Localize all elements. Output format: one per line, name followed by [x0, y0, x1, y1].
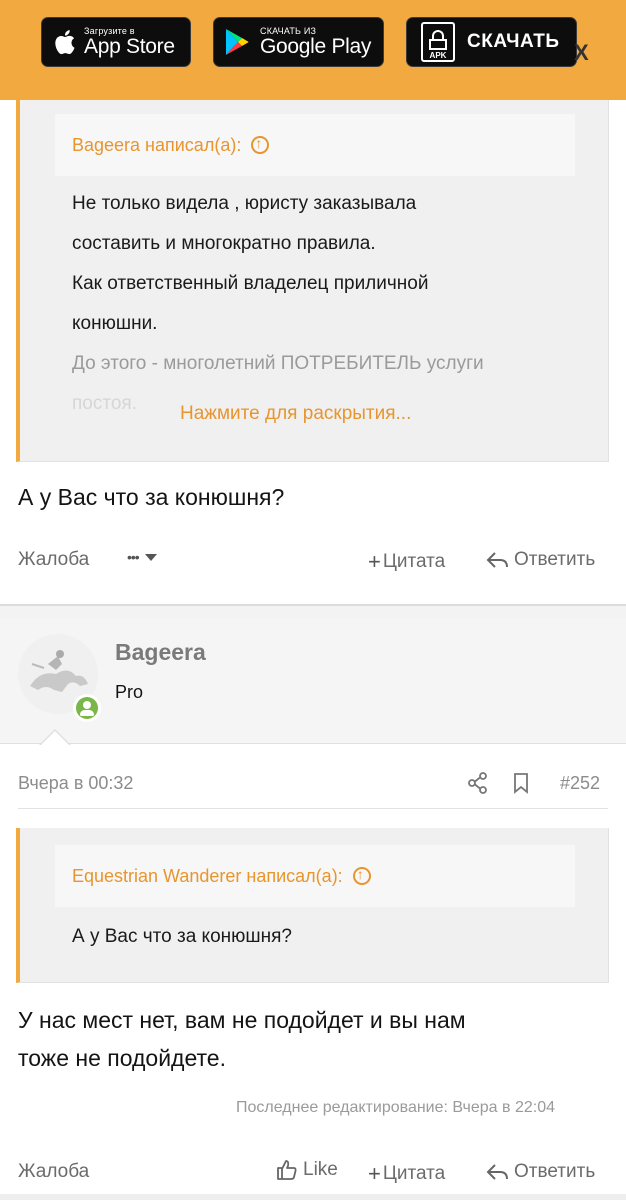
- plus-icon: +: [368, 549, 381, 574]
- caret-down-icon: [144, 553, 157, 561]
- post-number[interactable]: #252: [560, 773, 600, 794]
- username[interactable]: Bageera: [115, 639, 206, 666]
- post-text: А у Вас что за конюшня?: [18, 484, 285, 510]
- bookmark-icon[interactable]: [512, 772, 530, 794]
- quote-header[interactable]: Equestrian Wanderer написал(а):: [55, 845, 575, 907]
- reply-button-label: Ответить: [514, 1161, 596, 1182]
- user-pointer-fill: [40, 731, 70, 746]
- divider: [18, 808, 608, 809]
- google-play-label: Google Play: [260, 35, 372, 58]
- quote-author: Equestrian Wanderer написал(а):: [72, 865, 343, 886]
- quote-button-label: Цитата: [382, 1163, 446, 1184]
- quote-line: составить и многократно правила.: [72, 233, 376, 254]
- quote-line: Как ответственный владелец приличной: [72, 273, 429, 294]
- google-play-icon: [226, 29, 249, 55]
- thumbs-up-icon: [277, 1160, 297, 1180]
- user-title: Pro: [115, 682, 144, 702]
- like-button[interactable]: Like: [275, 1158, 338, 1182]
- quote-line: Не только видела , юристу заказывала: [72, 193, 417, 214]
- online-status-badge: [73, 694, 101, 722]
- arrow-up-circle-icon[interactable]: [251, 135, 270, 154]
- reply-button[interactable]: Ответить: [486, 549, 595, 571]
- reply-button[interactable]: Ответить: [486, 1161, 595, 1183]
- apk-download-label: СКАЧАТЬ: [467, 31, 560, 52]
- apple-icon: [55, 30, 75, 55]
- more-dots-icon: •••: [127, 549, 140, 565]
- report-link[interactable]: Жалоба: [18, 549, 89, 571]
- user-status-icon: [76, 697, 98, 719]
- apk-badge: APK: [429, 51, 447, 60]
- close-banner-button[interactable]: X: [574, 40, 589, 66]
- like-button-label: Like: [303, 1159, 338, 1180]
- plus-icon: +: [368, 1161, 381, 1186]
- app-store-label: App Store: [84, 35, 175, 58]
- last-edited-note: Последнее редактирование: Вчера в 22:04: [236, 1099, 555, 1116]
- quote-line: До этого - многолетний ПОТРЕБИТЕЛЬ услуг…: [72, 353, 484, 374]
- app-store-button[interactable]: Загрузите в App Store: [41, 17, 191, 67]
- google-play-button[interactable]: СКАЧАТЬ ИЗ Google Play: [213, 17, 384, 67]
- bottom-separator: [0, 1194, 626, 1200]
- apk-file-icon: APK: [421, 22, 455, 62]
- report-link[interactable]: Жалоба: [18, 1161, 89, 1183]
- share-icon[interactable]: [467, 771, 489, 795]
- more-options-button[interactable]: •••: [127, 549, 157, 565]
- quote-button-label: Цитата: [382, 551, 446, 572]
- quote-button[interactable]: + Цитата: [368, 549, 445, 575]
- quote-header[interactable]: Bageera написал(а):: [55, 114, 575, 176]
- arrow-up-circle-icon[interactable]: [352, 866, 371, 885]
- post-text-line: У нас мест нет, вам не подойдет и вы нам: [18, 1007, 466, 1033]
- post-text-line: тоже не подойдете.: [18, 1045, 226, 1071]
- reply-icon: [486, 552, 508, 568]
- quote-line: постоя.: [72, 393, 137, 414]
- reply-button-label: Ответить: [514, 549, 596, 570]
- expand-quote-link[interactable]: Нажмите для раскрытия...: [180, 403, 411, 425]
- quote-author: Bageera написал(а):: [72, 134, 242, 155]
- quote-line: А у Вас что за конюшня?: [72, 926, 292, 947]
- post-separator: [0, 604, 626, 618]
- reply-icon: [486, 1164, 508, 1180]
- quote-line: конюшни.: [72, 313, 158, 334]
- post-date[interactable]: Вчера в 00:32: [18, 773, 133, 794]
- quote-button[interactable]: + Цитата: [368, 1161, 445, 1187]
- apk-download-button[interactable]: APK СКАЧАТЬ: [406, 17, 577, 67]
